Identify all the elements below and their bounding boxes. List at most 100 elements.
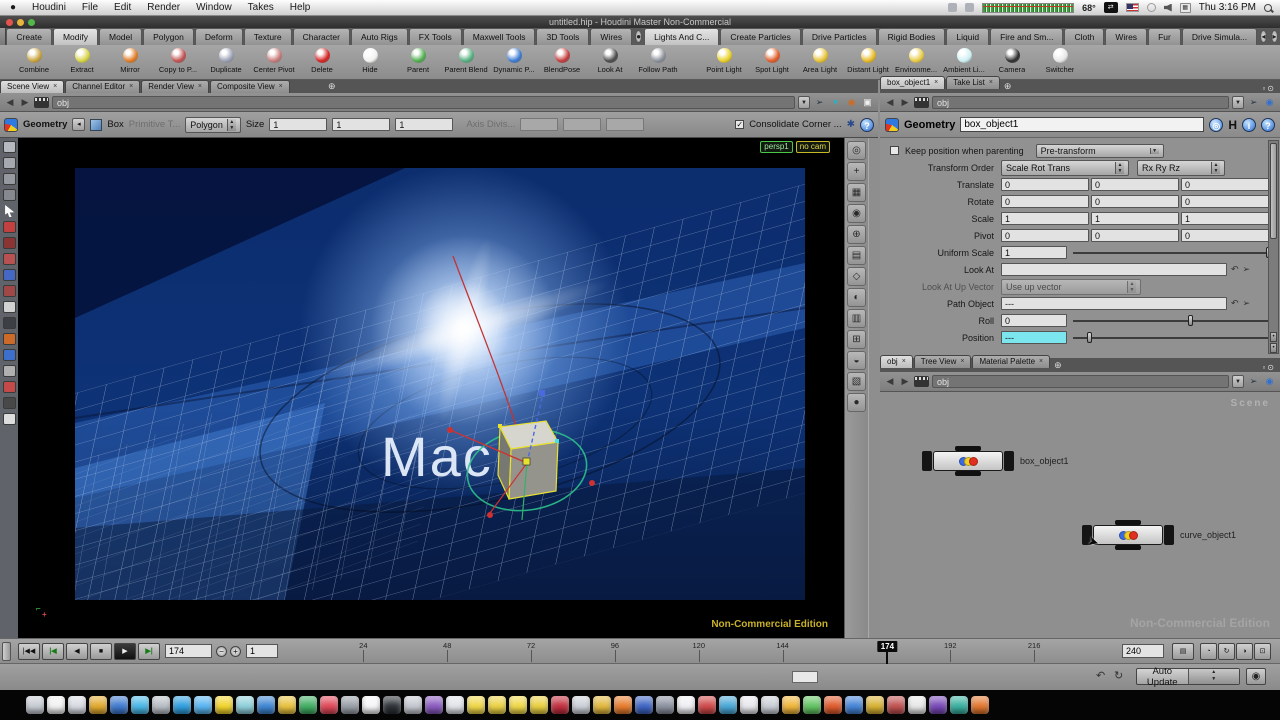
node-flag-right[interactable] [1164, 525, 1174, 545]
shelf-tool[interactable]: Mirror [106, 46, 154, 74]
menu-item[interactable]: Window [196, 2, 232, 13]
shelf-tool[interactable]: Camera [988, 46, 1036, 74]
menu-item[interactable]: Takes [248, 2, 274, 13]
close-tab-icon[interactable]: × [198, 81, 202, 93]
op-select-icon[interactable]: ➢ [1243, 298, 1251, 309]
viewport-tool-icon[interactable] [3, 349, 16, 361]
calendar-icon[interactable]: ▦ [1180, 3, 1191, 13]
viewport-tool-icon[interactable] [3, 221, 16, 233]
vector-y-field[interactable] [1091, 229, 1179, 242]
shelf-tab[interactable]: Wires [590, 28, 632, 45]
parameter-scrollbar[interactable]: • • [1268, 140, 1279, 354]
shelf-tab[interactable]: Cloth [1064, 28, 1104, 45]
dock-icon[interactable] [656, 696, 674, 714]
node-body[interactable] [1093, 525, 1163, 545]
shelf-tab[interactable]: Maxwell Tools [463, 28, 536, 45]
dock-icon[interactable] [26, 696, 44, 714]
position-slider[interactable] [1073, 332, 1274, 343]
volume-icon[interactable] [1164, 4, 1172, 12]
viewport-control-icon[interactable]: ◎ [847, 141, 866, 160]
shelf-tab[interactable]: Auto Rigs [351, 28, 408, 45]
keep-position-checkbox[interactable] [890, 146, 899, 155]
scene-path-field[interactable]: obj [52, 96, 795, 109]
viewport-tool-icon[interactable] [3, 269, 16, 281]
shelf-tool[interactable]: Parent Blend [442, 46, 490, 74]
viewport-tool-icon[interactable] [3, 365, 16, 377]
viewport-tool-icon[interactable] [3, 237, 16, 249]
go-to-start-button[interactable]: |◀◀ [18, 643, 40, 660]
dock-icon[interactable] [845, 696, 863, 714]
dock-icon[interactable] [383, 696, 401, 714]
menu-item[interactable]: Help [290, 2, 311, 13]
dock-icon[interactable] [215, 696, 233, 714]
viewport-tool-icon[interactable] [3, 157, 16, 169]
shelf-tab[interactable]: Fur [1148, 28, 1181, 45]
close-tab-icon[interactable]: × [53, 81, 57, 93]
pane-tab[interactable]: Scene View × [0, 80, 64, 93]
shelf-tool[interactable]: Point Light [700, 46, 748, 74]
dock-icon[interactable] [908, 696, 926, 714]
current-frame-line[interactable] [886, 652, 888, 664]
position-field[interactable] [1001, 331, 1067, 344]
path-dropdown-icon[interactable]: ▼ [798, 96, 810, 109]
shelf-tab[interactable]: Model [99, 28, 142, 45]
shelf-tab[interactable]: Polygon [143, 28, 194, 45]
transform-order-dropdown[interactable]: Scale Rot Trans▲▼ [1001, 160, 1129, 176]
look-at-field[interactable] [1001, 263, 1227, 276]
display-options-icon[interactable]: ◉ [845, 96, 858, 109]
shelf-tab[interactable]: Create Particles [720, 28, 800, 45]
dock-icon[interactable] [278, 696, 296, 714]
back-icon[interactable]: ◀ [4, 97, 16, 108]
vector-y-field[interactable] [1091, 212, 1179, 225]
molecule-icon[interactable]: ✱ [847, 119, 855, 130]
dock-icon[interactable] [551, 696, 569, 714]
shelf-tab[interactable]: Liquid [946, 28, 989, 45]
menu-extra-icon[interactable] [965, 3, 974, 12]
pane-tab[interactable]: Channel Editor × [65, 80, 140, 93]
status-circle-icon[interactable] [1147, 3, 1156, 12]
vector-x-field[interactable] [1001, 212, 1089, 225]
update-mode-dropdown[interactable]: Auto Update▲▼ [1136, 668, 1240, 685]
add-pane-tab-icon[interactable]: ⊕ [1054, 359, 1062, 372]
viewport-tool-icon[interactable] [3, 189, 16, 201]
pane-tab[interactable]: Take List × [946, 76, 1000, 89]
help-icon[interactable]: ? [860, 118, 874, 132]
menu-extra-icon[interactable] [948, 3, 957, 12]
dock-icon[interactable] [950, 696, 968, 714]
viewport-control-icon[interactable]: ▥ [847, 309, 866, 328]
roll-field[interactable] [1001, 314, 1067, 327]
shelf-tool[interactable]: Hide [346, 46, 394, 74]
path-object-field[interactable] [1001, 297, 1227, 310]
dock-icon[interactable] [719, 696, 737, 714]
uniform-scale-field[interactable] [1001, 246, 1067, 259]
realtime-toggle-icon[interactable]: ◔ [1200, 643, 1217, 660]
dock-icon[interactable] [488, 696, 506, 714]
sync-icon[interactable]: ◉ [1263, 96, 1276, 109]
close-tab-icon[interactable]: × [989, 77, 993, 89]
pretransform-dropdown[interactable]: Pre-transform▼ [1036, 144, 1164, 158]
apple-menu-icon[interactable]: ● [6, 2, 20, 13]
shelf-scroll-left-icon[interactable]: ◂ [1260, 30, 1267, 43]
filter-icon[interactable]: ▾ [829, 96, 842, 109]
shelf-tab[interactable]: Deform [195, 28, 243, 45]
shelf-tool[interactable]: Distant Light [844, 46, 892, 74]
shelf-add-icon[interactable]: ● [635, 30, 642, 43]
close-tab-icon[interactable]: × [934, 77, 938, 89]
dock-icon[interactable] [803, 696, 821, 714]
dock-icon[interactable] [572, 696, 590, 714]
op-jump-icon[interactable]: ↶ [1231, 298, 1239, 309]
dock-icon[interactable] [614, 696, 632, 714]
shelf-tool[interactable]: Copy to P... [154, 46, 202, 74]
persp-view-badge[interactable]: persp1 [760, 141, 792, 153]
menu-item[interactable]: File [82, 2, 98, 13]
op-select-icon[interactable]: ➢ [1243, 264, 1251, 275]
dock-icon[interactable] [446, 696, 464, 714]
path-dropdown-icon[interactable]: ▼ [1232, 375, 1244, 388]
vector-x-field[interactable] [1001, 229, 1089, 242]
dock-icon[interactable] [299, 696, 317, 714]
dock-icon[interactable] [509, 696, 527, 714]
vector-z-field[interactable] [1181, 178, 1269, 191]
pane-tab[interactable]: box_object1 × [880, 76, 945, 89]
shelf-tool[interactable]: BlendPose [538, 46, 586, 74]
dock-icon[interactable] [152, 696, 170, 714]
